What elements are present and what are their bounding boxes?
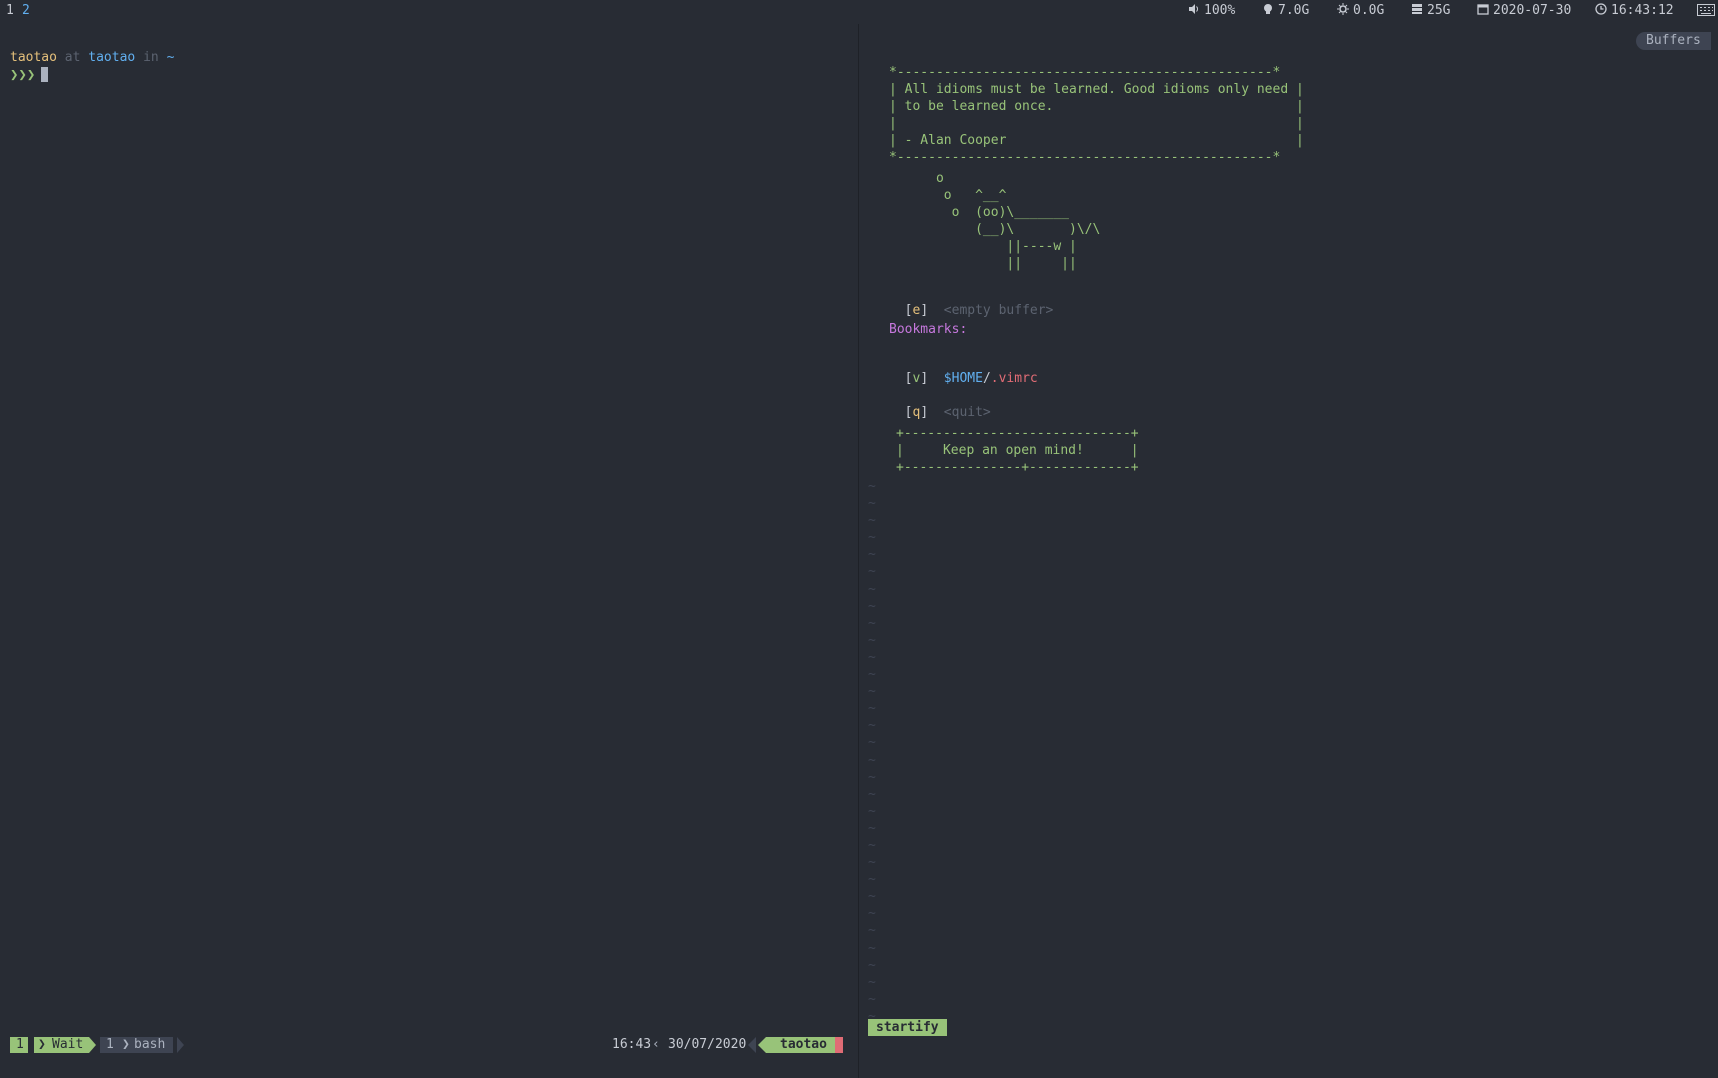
empty-line-tilde: ~ [868,906,876,922]
bookmark-file: .vimrc [990,371,1038,386]
swap-status: 0.0G [1337,3,1384,18]
key-bracket-close: ] [920,371,929,386]
key-bracket-close: ] [920,405,929,420]
bookmarks-header: Bookmarks: [889,322,968,337]
tmux-chevron-left-icon: ‹ [652,1037,660,1052]
empty-line-tilde: ~ [868,769,876,785]
empty-buffer-label: <empty buffer> [943,303,1054,318]
keyboard-icon [1697,4,1715,16]
footer-box: +-----------------------------+ | Keep a… [896,426,1139,475]
empty-line-tilde: ~ [868,752,876,768]
calendar-icon [1477,4,1489,15]
tmux-host-arrow-dark-icon [748,1037,756,1053]
empty-line-tilde: ~ [868,786,876,802]
terminal-pane[interactable] [0,24,858,1078]
time-value: 16:43:12 [1611,3,1674,18]
tmux-hostname: taotao [766,1037,843,1053]
empty-line-tilde: ~ [868,701,876,717]
terminal-cursor [41,67,49,82]
date-status: 2020-07-30 [1477,3,1571,18]
empty-line-tilde: ~ [868,581,876,597]
memory-value: 7.0G [1278,3,1310,18]
tmux-host-arrow-icon [758,1037,766,1053]
empty-line-tilde: ~ [868,855,876,871]
tmux-time: 16:43 [612,1037,652,1052]
cowsay-ascii: o o ^__^ o (oo)\_______ (__)\ )\/\ ||---… [935,171,1101,271]
buffers-tab[interactable]: Buffers [1636,32,1711,50]
empty-line-tilde: ~ [868,513,876,529]
volume-status[interactable]: 100% [1188,3,1235,18]
keyboard-status[interactable] [1697,3,1718,20]
vim-filetype-status: startify [868,1019,947,1036]
tmux-date: 30/07/2020 [668,1037,747,1052]
empty-line-tilde: ~ [868,649,876,665]
prompt-dir: ~ [166,50,175,65]
date-value: 2020-07-30 [1493,3,1572,18]
cpu-icon [1337,3,1349,15]
tmux-window-arrow-icon [177,1037,184,1053]
empty-line-tilde: ~ [868,718,876,734]
empty-line-tilde: ~ [868,974,876,990]
prompt-user: taotao [10,50,57,65]
disk-icon [1412,4,1422,14]
tmux-window-index: 1 [100,1037,118,1053]
bookmark-path-var: $HOME [943,371,983,386]
disk-value: 25G [1427,3,1451,18]
prompt-host: taotao [88,50,136,65]
list-item-empty-buffer[interactable]: [e] <empty buffer> [889,288,1054,318]
quote-box: *---------------------------------------… [889,65,1304,165]
disk-status: 25G [1411,3,1450,18]
clock-status: 16:43:12 [1595,3,1674,18]
tmux-session-arrow-icon [89,1037,96,1053]
empty-line-tilde: ~ [868,667,876,683]
empty-line-tilde: ~ [868,564,876,580]
prompt-at: at [64,50,81,65]
empty-line-tilde: ~ [868,479,876,494]
empty-line-tilde: ~ [868,940,876,956]
workspace-1[interactable]: 1 [6,3,14,18]
empty-line-tilde: ~ [868,598,876,614]
empty-line-tilde: ~ [868,684,876,700]
empty-line-tilde: ~ [868,991,876,1007]
volume-icon [1189,4,1199,14]
volume-value: 100% [1204,3,1236,18]
empty-line-tilde: ~ [868,632,876,648]
empty-line-tilde: ~ [868,837,876,853]
empty-line-tilde: ~ [868,530,876,546]
tmux-session-name[interactable]: Wait [46,1037,90,1053]
prompt-symbol: ❯❯❯ [10,67,36,83]
clock-icon [1595,3,1607,15]
empty-line-tilde: ~ [868,820,876,836]
quit-label: <quit> [943,405,991,420]
list-item-quit[interactable]: [q] <quit> [889,390,991,420]
workspace-2[interactable]: 2 [22,3,30,18]
prompt-in: in [143,50,159,65]
vim-status-arrow-icon [940,1019,947,1035]
key-bracket-close: ] [920,303,929,318]
tmux-session-index: 1 [10,1037,28,1053]
empty-line-tilde: ~ [868,889,876,905]
shell-prompt-info: taotao at taotao in ~ [10,50,174,65]
memory-icon [1264,4,1272,14]
empty-line-tilde: ~ [868,615,876,631]
empty-line-markers: ~ ~ ~ ~ ~ ~ ~ ~ ~ ~ ~ ~ ~ ~ ~ ~ ~ ~ ~ ~ ~ ~ ~ ~ ~ ~ ~ ~ ~ ~ ~ ~ [868,478,876,1025]
swap-value: 0.0G [1353,3,1385,18]
empty-line-tilde: ~ [868,496,876,512]
empty-line-tilde: ~ [868,547,876,563]
shell-input-line[interactable]: ❯❯❯ [10,67,49,83]
tmux-window-name[interactable]: bash [130,1037,174,1053]
empty-line-tilde: ~ [868,872,876,888]
tmux-prefix-indicator [835,1037,843,1053]
empty-line-tilde: ~ [868,923,876,939]
empty-line-tilde: ~ [868,735,876,751]
memory-status: 7.0G [1262,3,1309,18]
top-bar: 1 2 100% 7.0G 0.0G 25G 2020-07-30 16:43:… [0,0,1718,24]
bookmark-slash: / [982,371,991,386]
empty-line-tilde: ~ [868,803,876,819]
empty-line-tilde: ~ [868,957,876,973]
list-item-bookmark-vimrc[interactable]: [v] $HOME/.vimrc [889,356,1038,386]
